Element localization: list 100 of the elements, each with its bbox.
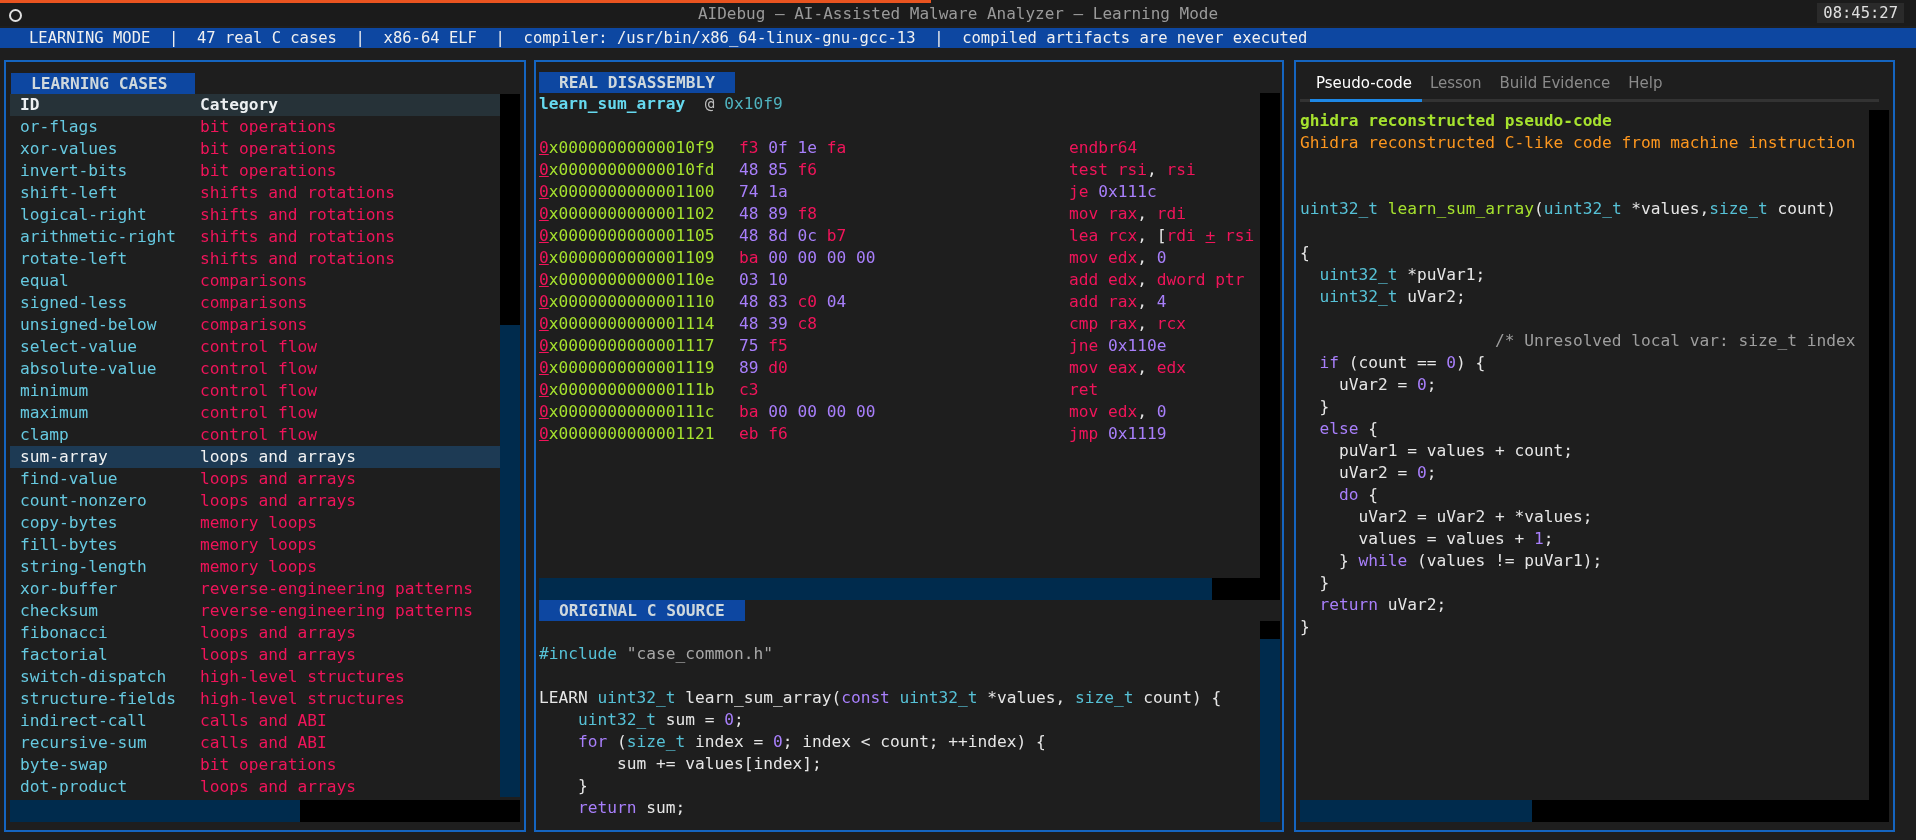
panel-title: LEARNING CASES <box>11 73 195 94</box>
tab[interactable]: Help <box>1622 68 1673 102</box>
column-header[interactable]: Category <box>200 94 278 116</box>
table-cell-text: xor-buffer <box>19 578 119 600</box>
table-row[interactable]: signed-less comparisons <box>10 292 500 314</box>
table-cell: bit operations <box>200 138 337 160</box>
scrollbar-thumb[interactable] <box>1300 800 1532 822</box>
circle-icon[interactable] <box>9 9 22 22</box>
table-cell-text: maximum <box>19 402 90 424</box>
table-row[interactable]: indirect-call calls and ABI <box>10 710 500 732</box>
address-text: 0x0000000000001105 <box>539 225 715 247</box>
code-line: #include "case_common.h" <box>539 644 773 663</box>
table-row[interactable]: fill-bytes memory loops <box>10 534 500 556</box>
table-row[interactable]: count-nonzero loops and arrays <box>10 490 500 512</box>
assembly-instruction: ret <box>1069 379 1099 401</box>
hex-bytes: 48 83 c0 04 <box>739 291 847 313</box>
tab[interactable]: Lesson <box>1423 68 1492 102</box>
table-cell: control flow <box>200 336 317 358</box>
table-row[interactable]: copy-bytes memory loops <box>10 512 500 534</box>
table-cell: control flow <box>200 358 317 380</box>
address-text: 0x0000000000001121 <box>539 423 715 445</box>
hex-bytes: 75 f5 <box>739 335 788 357</box>
scrollbar-thumb[interactable] <box>10 800 300 822</box>
table-row[interactable]: rotate-left shifts and rotations <box>10 248 500 270</box>
assembly-instruction: je 0x111c <box>1069 181 1157 203</box>
table-row[interactable]: absolute-value control flow <box>10 358 500 380</box>
table-cell: shifts and rotations <box>200 226 395 248</box>
table-cell: comparisons <box>200 292 308 314</box>
function-header: learn_sum_array @ 0x10f9 <box>539 93 784 115</box>
table-cell: reverse-engineering patterns <box>200 600 473 622</box>
hex-bytes: ba 00 00 00 00 <box>739 401 876 423</box>
table-row[interactable]: string-length memory loops <box>10 556 500 578</box>
hex-bytes: c3 <box>739 379 759 401</box>
code-line: LEARN uint32_t learn_sum_array(const uint32_t *values, size_t count) { <box>539 688 1222 707</box>
table-row[interactable]: fibonacci loops and arrays <box>10 622 500 644</box>
table-cell-text: switch-dispatch <box>19 666 168 688</box>
status-bar: LEARNING MODE | 47 real C cases | x86-64 ELF | compiler: /usr/bin/x86_64-linux-gnu-gcc-13 | compiled artifacts are never executed <box>0 28 1916 48</box>
table-row[interactable]: switch-dispatch high-level structures <box>10 666 500 688</box>
address-text: 0x0000000000001100 <box>539 181 715 203</box>
scrollbar[interactable] <box>1260 93 1280 578</box>
address-text: 0x0000000000001114 <box>539 313 715 335</box>
hex-bytes: 48 89 f8 <box>739 203 817 225</box>
table-cell: comparisons <box>200 314 308 336</box>
table-row[interactable]: recursive-sum calls and ABI <box>10 732 500 754</box>
assembly-instruction: jmp 0x1119 <box>1069 423 1167 445</box>
table-cell-text: arithmetic-right <box>19 226 177 248</box>
table-row[interactable]: xor-values bit operations <box>10 138 500 160</box>
code-line: } <box>1300 617 1310 636</box>
table-row[interactable]: factorial loops and arrays <box>10 644 500 666</box>
table-row[interactable]: maximum control flow <box>10 402 500 424</box>
tab[interactable]: Pseudo-code <box>1310 68 1422 102</box>
table-cell-text: string-length <box>19 556 148 578</box>
table-row[interactable]: minimum control flow <box>10 380 500 402</box>
table-row[interactable]: sum-array loops and arrays <box>10 446 500 468</box>
code-line: uint32_t *puVar1; <box>1318 265 1486 284</box>
scrollbar[interactable] <box>1300 800 1889 822</box>
table-cell-text: byte-swap <box>19 754 109 776</box>
table-cell: high-level structures <box>200 666 405 688</box>
code-line: uint32_t sum = 0; <box>576 710 744 729</box>
table-cell-text: sum-array <box>19 446 109 468</box>
table-row[interactable]: structure-fields high-level structures <box>10 688 500 710</box>
scrollbar[interactable] <box>1869 110 1889 800</box>
scrollbar-thumb[interactable] <box>500 325 520 797</box>
table-cell-text: shift-left <box>19 182 119 204</box>
table-row[interactable]: xor-buffer reverse-engineering patterns <box>10 578 500 600</box>
address-text: 0x0000000000001102 <box>539 203 715 225</box>
tab[interactable]: Build Evidence <box>1493 68 1621 102</box>
table-row[interactable]: unsigned-below comparisons <box>10 314 500 336</box>
table-cell: comparisons <box>200 270 308 292</box>
table-cell: control flow <box>200 380 317 402</box>
table-cell-text: fibonacci <box>19 622 109 644</box>
table-row[interactable]: invert-bits bit operations <box>10 160 500 182</box>
table-row[interactable]: dot-product loops and arrays <box>10 776 500 798</box>
table-cell: bit operations <box>200 116 337 138</box>
table-row[interactable]: select-value control flow <box>10 336 500 358</box>
code-line: do { <box>1337 485 1378 504</box>
table-cell: control flow <box>200 424 317 446</box>
column-header[interactable]: ID <box>10 94 200 116</box>
table-row[interactable]: equal comparisons <box>10 270 500 292</box>
assembly-instruction: cmp rax, rcx <box>1069 313 1186 335</box>
table-cell: shifts and rotations <box>200 248 395 270</box>
table-row[interactable]: checksum reverse-engineering patterns <box>10 600 500 622</box>
table-cell-text: copy-bytes <box>19 512 119 534</box>
table-cell: loops and arrays <box>200 644 356 666</box>
table-row[interactable]: arithmetic-right shifts and rotations <box>10 226 500 248</box>
table-row[interactable]: shift-left shifts and rotations <box>10 182 500 204</box>
scrollbar[interactable] <box>500 94 520 797</box>
assembly-instruction: mov edx, 0 <box>1069 247 1167 269</box>
assembly-instruction: mov eax, edx <box>1069 357 1186 379</box>
table-cell-text: recursive-sum <box>19 732 148 754</box>
panel-title: ORIGINAL C SOURCE <box>539 600 745 621</box>
scrollbar[interactable] <box>10 800 520 822</box>
table-cell: loops and arrays <box>200 490 356 512</box>
table-row[interactable]: clamp control flow <box>10 424 500 446</box>
table-cell: loops and arrays <box>200 468 356 490</box>
table-row[interactable]: byte-swap bit operations <box>10 754 500 776</box>
table-row[interactable]: logical-right shifts and rotations <box>10 204 500 226</box>
code-line: uVar2 = uVar2 + *values; <box>1357 507 1593 526</box>
table-row[interactable]: or-flags bit operations <box>10 116 500 138</box>
table-row[interactable]: find-value loops and arrays <box>10 468 500 490</box>
